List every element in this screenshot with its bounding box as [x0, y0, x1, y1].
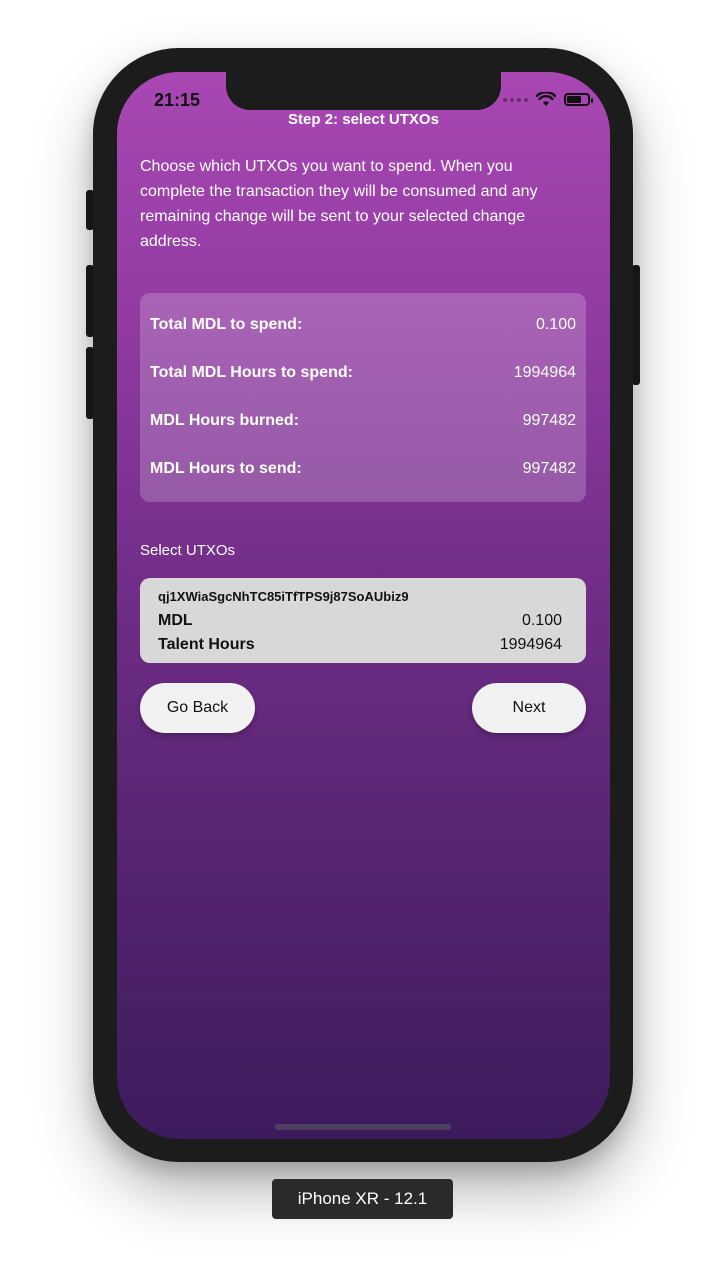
- summary-label: MDL Hours burned:: [150, 412, 300, 429]
- utxo-mdl-value: 0.100: [521, 612, 562, 629]
- notch: [226, 72, 501, 110]
- summary-row-hours-burned: MDL Hours burned: 997482: [150, 412, 576, 430]
- battery-icon: [564, 93, 593, 106]
- summary-label: MDL Hours to send:: [150, 460, 302, 477]
- summary-value: 997482: [522, 460, 576, 477]
- utxo-item[interactable]: qj1XWiaSgcNhTC85iTfTPS9j87SoAUbiz9 MDL 0…: [140, 578, 586, 663]
- utxo-hash: qj1XWiaSgcNhTC85iTfTPS9j87SoAUbiz9: [158, 589, 409, 604]
- page-title: Step 2: select UTXOs: [288, 111, 439, 128]
- utxo-mdl-row: MDL 0.100: [158, 612, 562, 630]
- summary-card: Total MDL to spend: 0.100 Total MDL Hour…: [140, 293, 586, 502]
- summary-row-hours-to-send: MDL Hours to send: 997482: [150, 460, 576, 478]
- summary-value: 1994964: [513, 364, 576, 381]
- utxo-mdl-label: MDL: [158, 612, 193, 629]
- intro-text: Choose which UTXOs you want to spend. Wh…: [140, 158, 538, 250]
- device-label: iPhone XR - 12.1: [272, 1179, 453, 1219]
- utxo-hours-value: 1994964: [499, 636, 562, 653]
- wifi-icon: [536, 92, 556, 106]
- signal-icon: [503, 97, 528, 102]
- summary-label: Total MDL to spend:: [150, 316, 303, 333]
- summary-row-total-hours: Total MDL Hours to spend: 1994964: [150, 364, 576, 382]
- summary-value: 0.100: [535, 316, 576, 333]
- utxo-hours-row: Talent Hours 1994964: [158, 636, 562, 654]
- status-icons: [503, 92, 593, 107]
- status-time: 21:15: [154, 90, 201, 110]
- app-screen: 21:15 Step 2: select UTXOs Choose which …: [117, 72, 610, 1139]
- utxo-hours-label: Talent Hours: [158, 636, 255, 653]
- home-indicator[interactable]: [275, 1124, 451, 1130]
- go-back-button[interactable]: Go Back: [140, 683, 255, 733]
- next-button[interactable]: Next: [472, 683, 586, 733]
- summary-row-total-mdl: Total MDL to spend: 0.100: [150, 316, 576, 334]
- summary-label: Total MDL Hours to spend:: [150, 364, 353, 381]
- summary-value: 997482: [522, 412, 576, 429]
- power-button: [632, 265, 640, 385]
- select-utxos-label: Select UTXOs: [140, 542, 236, 559]
